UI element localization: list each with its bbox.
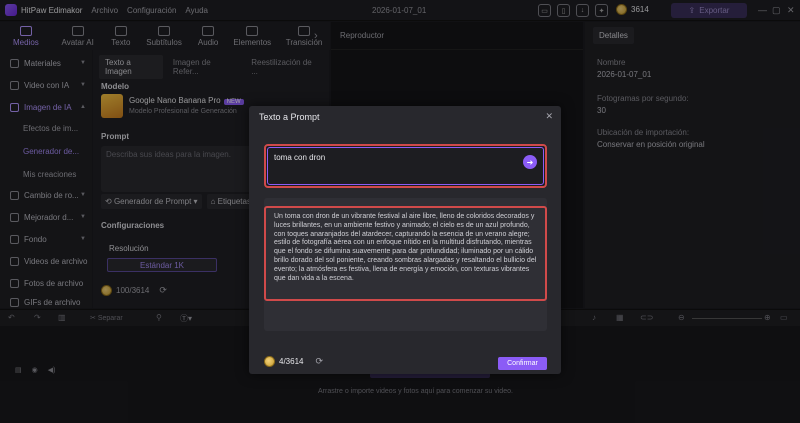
send-arrow-icon[interactable]: ➜ xyxy=(523,155,537,169)
confirm-button[interactable]: Confirmar xyxy=(498,357,547,370)
prompt-input-highlight: toma con dron ➜ xyxy=(264,144,547,188)
refresh-icon[interactable]: ⟳ xyxy=(315,356,323,367)
generated-prompt-text[interactable]: Un toma con dron de un vibrante festival… xyxy=(264,206,547,301)
text-to-prompt-dialog: Texto a Prompt ✕ toma con dron ➜ Un toma… xyxy=(249,106,561,374)
dialog-title: Texto a Prompt xyxy=(259,111,320,122)
close-icon[interactable]: ✕ xyxy=(545,111,553,122)
dialog-prompt-input[interactable]: toma con dron ➜ xyxy=(267,147,544,185)
dialog-credits-count: 4/3614 xyxy=(279,357,304,366)
dialog-input-text: toma con dron xyxy=(274,153,326,162)
result-area: Un toma con dron de un vibrante festival… xyxy=(264,198,547,331)
coin-icon xyxy=(264,356,275,367)
dialog-credits: 4/3614 ⟳ xyxy=(264,356,323,367)
